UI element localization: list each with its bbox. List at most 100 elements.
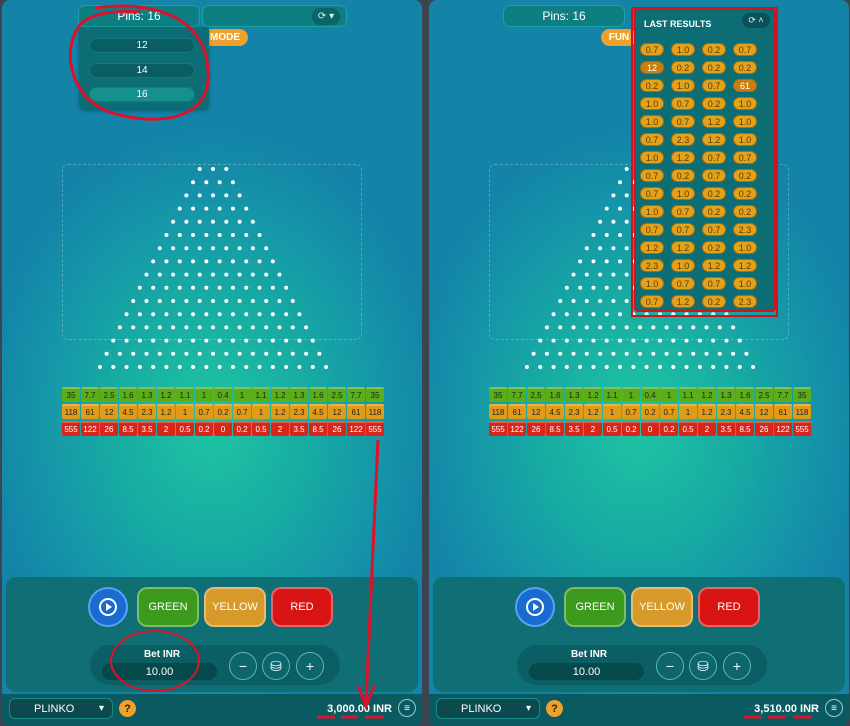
green-label: GREEN [148, 601, 188, 613]
pin [598, 351, 603, 356]
increase-bet-button[interactable]: + [296, 652, 324, 680]
last-results-grid: 0.7 1.0 0.2 0.7 12 0.2 0.2 0.2 0.2 1.0 0.7 61 1.0 0.7… [640, 43, 757, 308]
pin [257, 312, 262, 317]
decrease-bet-button[interactable]: − [656, 652, 684, 680]
multiplier-cell: 0.7 [622, 404, 640, 419]
pin [151, 285, 156, 290]
help-icon: ? [124, 702, 131, 715]
pin [651, 351, 656, 356]
menu-button[interactable]: ≡ [398, 699, 416, 717]
pin [230, 259, 235, 264]
pin [618, 338, 623, 343]
last-result-chip: 0.2 [702, 295, 726, 308]
green-button[interactable]: GREEN [564, 587, 626, 627]
multiplier-cell: 1.2 [698, 387, 716, 402]
help-button[interactable]: ? [119, 700, 136, 717]
pin [604, 233, 609, 237]
bet-input[interactable]: 10.00 [529, 663, 644, 680]
multiplier-cell: 8.5 [736, 421, 754, 436]
green-button[interactable]: GREEN [137, 587, 199, 627]
multiplier-cell: 26 [527, 421, 545, 436]
pin [164, 259, 169, 264]
pin [244, 365, 249, 369]
bet-input[interactable]: 10.00 [102, 663, 217, 680]
pin [711, 365, 716, 369]
pin [137, 365, 142, 369]
last-result-chip: 1.0 [733, 277, 757, 290]
pin [684, 365, 689, 369]
pin [250, 325, 255, 330]
pin [724, 312, 729, 317]
pin [618, 285, 623, 290]
pin [277, 299, 282, 303]
pin [284, 365, 289, 369]
pin [704, 351, 709, 356]
last-result-chip: 0.2 [733, 205, 757, 218]
pin [151, 365, 156, 369]
help-button[interactable]: ? [546, 700, 563, 717]
pin [677, 351, 682, 356]
pin [684, 338, 689, 343]
pin [704, 325, 709, 330]
bet-value: 10.00 [145, 665, 174, 678]
pin [651, 325, 656, 330]
game-selector[interactable]: PLINKO ▾ [9, 698, 113, 719]
increase-bet-button[interactable]: + [723, 652, 751, 680]
decrease-bet-button[interactable]: − [229, 652, 257, 680]
last-result-chip: 1.2 [640, 241, 664, 254]
pin [230, 206, 235, 211]
pin [230, 365, 235, 369]
last-result-chip: 0.7 [640, 223, 664, 236]
red-button[interactable]: RED [271, 587, 333, 627]
pin [584, 272, 589, 277]
game-selector[interactable]: PLINKO ▾ [436, 698, 540, 719]
last-result-chip: 1.0 [733, 241, 757, 254]
pin [578, 365, 583, 369]
pin [191, 365, 196, 369]
pin [264, 299, 269, 303]
pin [717, 325, 722, 330]
pin [171, 351, 176, 356]
multiplier-cell: 1 [252, 404, 270, 419]
last-result-chip: 0.7 [702, 169, 726, 182]
last-result-chip: 2.3 [671, 133, 695, 146]
pin [744, 351, 749, 356]
menu-button[interactable]: ≡ [825, 699, 843, 717]
pin [217, 180, 222, 185]
multiplier-row-yellow: 118 61 12 4.5 2.3 1.2 1 0.7 0.2 0.7 1 1.2 2.3 4.5 12 61… [62, 404, 384, 421]
pin [598, 325, 603, 330]
pin [591, 338, 596, 343]
multiplier-cell: 118 [62, 404, 80, 419]
pin [624, 299, 629, 303]
multiplier-cell: 26 [328, 421, 346, 436]
red-button[interactable]: RED [698, 587, 760, 627]
pin [578, 312, 583, 317]
pin [237, 246, 242, 251]
autoplay-button[interactable] [88, 587, 128, 627]
yellow-button[interactable]: YELLOW [204, 587, 266, 627]
pin [564, 285, 569, 290]
multiplier-cell: 1.3 [717, 387, 735, 402]
coins-icon: ⛁ [697, 657, 709, 674]
last-result-chip: 1.2 [702, 133, 726, 146]
last-result-chip: 2.3 [733, 223, 757, 236]
pin [217, 233, 222, 237]
last-result-chip: 1.2 [733, 259, 757, 272]
yellow-button[interactable]: YELLOW [631, 587, 693, 627]
help-icon: ? [551, 702, 558, 715]
pin [584, 325, 589, 330]
coins-button[interactable]: ⛁ [262, 652, 290, 680]
pin [737, 338, 742, 343]
multiplier-cell: 0.5 [603, 421, 621, 436]
coins-button[interactable]: ⛁ [689, 652, 717, 680]
multiplier-cell: 1.2 [271, 387, 289, 402]
history-icon[interactable]: ⟳ ˄ [742, 13, 770, 28]
pin [237, 325, 242, 330]
last-result-chip: 1.2 [702, 259, 726, 272]
pin [224, 325, 229, 330]
multiplier-cell: 61 [508, 404, 526, 419]
pin [244, 285, 249, 290]
autoplay-button[interactable] [515, 587, 555, 627]
pin [611, 299, 616, 303]
last-result-chip: 1.0 [671, 79, 695, 92]
